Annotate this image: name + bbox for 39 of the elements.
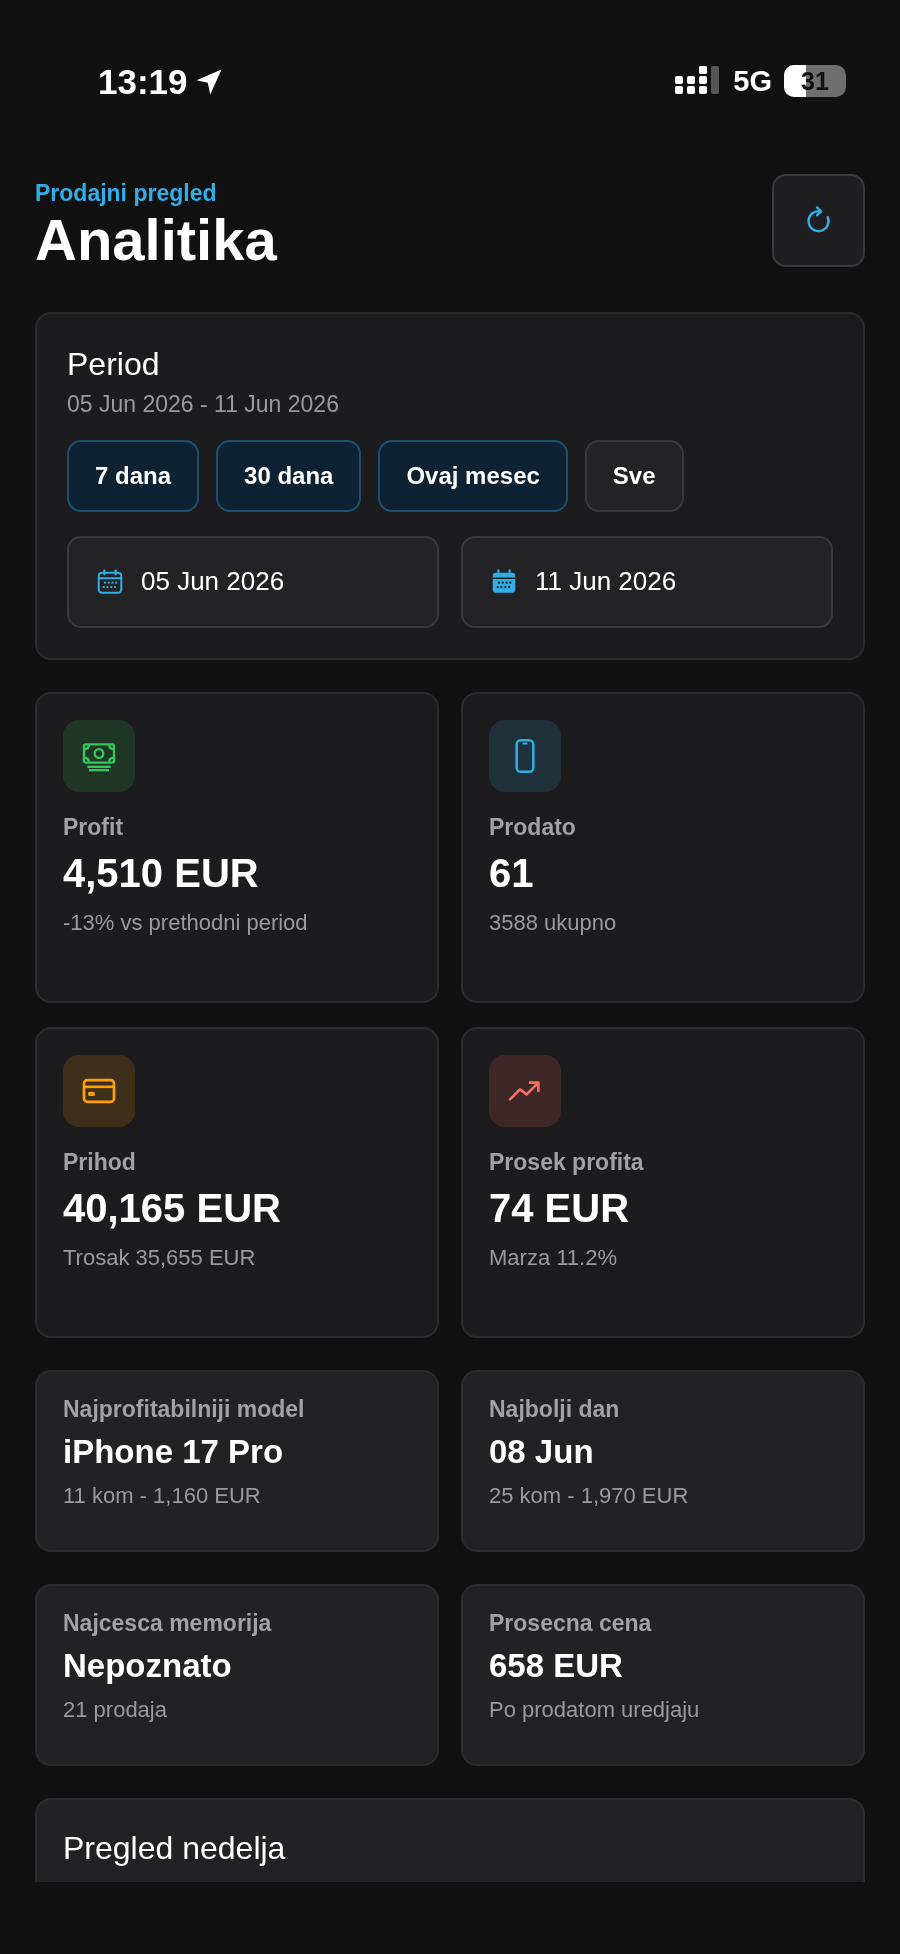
period-chip[interactable]: Sve	[584, 439, 684, 512]
period-range: 05 Jun 2026 - 11 Jun 2026	[67, 390, 340, 418]
highlight-value: 08 Jun	[489, 1432, 595, 1471]
stat-value: 74 EUR	[489, 1185, 631, 1231]
page-title: Analitika	[35, 207, 277, 274]
stat-label: Prosek profita	[489, 1148, 645, 1176]
highlight-value: 658 EUR	[489, 1646, 624, 1685]
date-field[interactable]: 11 Jun 2026	[461, 535, 833, 628]
stat-note: -13% vs prethodni period	[63, 909, 309, 936]
stat-value: 61	[489, 850, 535, 896]
highlight-note: Po prodatom uredjaju	[489, 1696, 701, 1723]
highlight-value: iPhone 17 Pro	[63, 1432, 285, 1471]
network-label: 5G	[733, 64, 772, 98]
stat-note: Trosak 35,655 EUR	[63, 1244, 257, 1271]
highlight-label: Najprofitabilniji model	[63, 1395, 306, 1423]
stat-note: 3588 ukupno	[489, 909, 618, 936]
period-chip[interactable]: 30 dana	[216, 439, 362, 512]
highlight-label: Najbolji dan	[489, 1395, 621, 1423]
weekly-title: Pregled nedelja	[63, 1829, 286, 1866]
period-title: Period	[67, 345, 161, 383]
period-chip[interactable]: Ovaj mesec	[378, 439, 568, 512]
refresh-button[interactable]	[772, 174, 865, 267]
period-chip[interactable]: 7 dana	[67, 439, 200, 512]
stat-label: Profit	[63, 813, 125, 841]
highlight-value: Nepoznato	[63, 1646, 233, 1685]
highlight-note: 21 prodaja	[63, 1696, 168, 1723]
stat-value: 4,510 EUR	[63, 850, 260, 896]
calendar-icon	[95, 566, 125, 597]
stat-label: Prihod	[63, 1148, 137, 1176]
stat-value: 40,165 EUR	[63, 1185, 282, 1231]
stat-note: Marza 11.2%	[489, 1244, 618, 1271]
highlight-note: 11 kom - 1,160 EUR	[63, 1482, 262, 1509]
stat-label: Prodato	[489, 813, 577, 841]
date-field[interactable]: 05 Jun 2026	[67, 535, 439, 628]
section-subtitle: Prodajni pregled	[35, 180, 218, 207]
status-time: 13:19	[98, 62, 188, 102]
highlight-note: 25 kom - 1,970 EUR	[489, 1482, 690, 1509]
highlight-label: Najcesca memorija	[63, 1609, 273, 1637]
highlight-label: Prosecna cena	[489, 1609, 653, 1637]
